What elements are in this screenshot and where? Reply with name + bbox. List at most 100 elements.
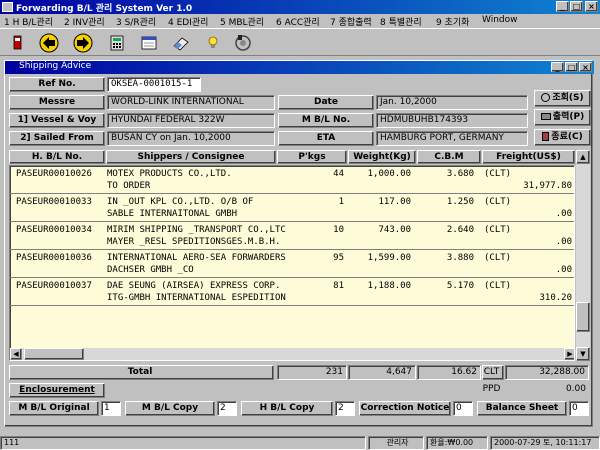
vessel-label: 1] Vessel & Voy bbox=[9, 113, 105, 128]
date-label: Date bbox=[278, 95, 374, 110]
cell-term: (CLT) bbox=[484, 225, 512, 235]
window-maximize-button[interactable]: □ bbox=[565, 62, 578, 72]
app-title: Forwarding B/L 관리 System Ver 1.0 bbox=[16, 4, 193, 14]
ppd-value: 0.00 bbox=[565, 384, 586, 394]
next-arrow-icon[interactable] bbox=[72, 32, 94, 54]
app-close-button[interactable]: × bbox=[585, 1, 598, 12]
cell-freight: 310.20 bbox=[539, 293, 572, 303]
col-shipper-header[interactable]: Shippers / Consignee bbox=[106, 150, 276, 164]
col-cbm-header[interactable]: C.B.M bbox=[417, 150, 481, 164]
hscroll-thumb[interactable] bbox=[24, 348, 84, 360]
table-row[interactable]: PASEUR00010034 MIRIM SHIPPING _TRANSPORT … bbox=[10, 222, 574, 250]
vessel-value: HYUNDAI FEDERAL 322W bbox=[107, 113, 275, 128]
table-row[interactable]: PASEUR00010037 DAE SEUNG (AIRSEA) EXPRESS… bbox=[10, 278, 574, 306]
exit-icon[interactable] bbox=[6, 32, 28, 54]
menu-window[interactable]: Window bbox=[482, 15, 518, 25]
bl-grid: PASEUR00010026 MOTEX PRODUCTS CO.,LTD. TO … bbox=[9, 165, 575, 361]
menu-edi[interactable]: 4 EDI관리 bbox=[168, 15, 208, 28]
horizontal-scrollbar[interactable]: ◀ ▶ bbox=[10, 348, 574, 360]
status-left: 111 bbox=[0, 436, 366, 450]
window-close-button[interactable]: × bbox=[579, 62, 592, 72]
menu-special[interactable]: 8 특별관리 bbox=[380, 15, 422, 28]
cell-consignee: SABLE INTERNAITONAL GMBH bbox=[107, 209, 238, 219]
ppd-label: PPD bbox=[482, 384, 501, 394]
messre-label: Messre bbox=[9, 95, 105, 110]
cell-shipper: IN _OUT KPL CO.,LTD. O/B OF bbox=[107, 197, 254, 207]
lookup-button-label: 조회(S) bbox=[552, 93, 584, 103]
status-datetime: 2000-07-29 토, 10:11:17 bbox=[490, 436, 600, 450]
phone-icon[interactable] bbox=[232, 32, 254, 54]
correction-notice-input[interactable]: 0 bbox=[453, 401, 473, 416]
window-minimize-button[interactable]: _ bbox=[551, 62, 564, 72]
cell-pkgs: 81 bbox=[333, 281, 344, 291]
cell-cbm: 5.170 bbox=[446, 281, 474, 291]
scroll-right-icon[interactable]: ▶ bbox=[564, 348, 574, 360]
cell-cbm: 3.880 bbox=[446, 253, 474, 263]
hbl-copy-input[interactable]: 2 bbox=[335, 401, 355, 416]
cell-hbl: PASEUR00010034 bbox=[16, 225, 92, 235]
scroll-down-icon[interactable]: ▼ bbox=[576, 347, 590, 361]
cell-freight: .00 bbox=[555, 237, 572, 247]
print-button-label: 출력(P) bbox=[552, 112, 585, 122]
cell-shipper: INTERNATIONAL AERO-SEA FORWARDERS bbox=[107, 253, 286, 263]
balance-sheet-input[interactable]: 0 bbox=[569, 401, 589, 416]
col-weight-header[interactable]: Weight(Kg) bbox=[348, 150, 416, 164]
menu-mbl[interactable]: 5 MBL관리 bbox=[220, 15, 264, 28]
cell-pkgs: 10 bbox=[333, 225, 344, 235]
cell-cbm: 2.640 bbox=[446, 225, 474, 235]
status-rate: 환율:₩0.00 bbox=[426, 436, 488, 450]
cell-pkgs: 44 bbox=[333, 169, 344, 179]
cell-weight: 1,599.00 bbox=[367, 253, 411, 263]
cell-weight: 1,188.00 bbox=[367, 281, 411, 291]
mbl-original-label: M B/L Original bbox=[9, 401, 99, 416]
scroll-left-icon[interactable]: ◀ bbox=[10, 348, 22, 360]
scroll-up-icon[interactable]: ▲ bbox=[576, 150, 590, 164]
cell-term: (CLT) bbox=[484, 281, 512, 291]
app-minimize-button[interactable]: _ bbox=[556, 1, 569, 12]
cell-hbl: PASEUR00010033 bbox=[16, 197, 92, 207]
print-button[interactable]: 출력(P) bbox=[534, 109, 591, 126]
cell-weight: 117.00 bbox=[378, 197, 411, 207]
cell-consignee: DACHSER GMBH _CO bbox=[107, 265, 194, 275]
ref-no-input[interactable]: OKSEA-0001015-1 bbox=[107, 77, 201, 92]
menu-acc[interactable]: 6 ACC관리 bbox=[276, 15, 320, 28]
col-hbl-header[interactable]: H. B/L No. bbox=[9, 150, 105, 164]
clt-value: 32,288.00 bbox=[505, 365, 589, 380]
toolbar bbox=[0, 28, 600, 56]
search-icon bbox=[541, 93, 551, 102]
col-freight-header[interactable]: Freight(US$) bbox=[482, 150, 575, 164]
mbl-original-input[interactable]: 1 bbox=[101, 401, 121, 416]
prev-arrow-icon[interactable] bbox=[38, 32, 60, 54]
window-titlebar: Shipping Advice _ □ × bbox=[5, 61, 594, 74]
vertical-scrollbar[interactable]: ▲ ▼ bbox=[576, 150, 590, 361]
menu-init[interactable]: 9 초기화 bbox=[436, 15, 469, 28]
menu-report[interactable]: 7 종합출력 bbox=[330, 15, 372, 28]
col-pkgs-header[interactable]: P'kgs bbox=[277, 150, 347, 164]
cell-pkgs: 1 bbox=[338, 197, 344, 207]
cell-consignee: TO ORDER bbox=[107, 181, 151, 191]
exit-button[interactable]: 종료(C) bbox=[534, 129, 591, 146]
app-maximize-button[interactable]: □ bbox=[570, 1, 583, 12]
menu-hbl[interactable]: 1 H B/L관리 bbox=[4, 15, 53, 28]
menubar: 1 H B/L관리 2 INV관리 3 S/R관리 4 EDI관리 5 MBL관… bbox=[0, 14, 600, 28]
table-row[interactable]: PASEUR00010026 MOTEX PRODUCTS CO.,LTD. TO … bbox=[10, 166, 574, 194]
menu-sr[interactable]: 3 S/R관리 bbox=[116, 15, 156, 28]
cell-cbm: 1.250 bbox=[446, 197, 474, 207]
cell-freight: 31,977.80 bbox=[523, 181, 572, 191]
mbl-copy-input[interactable]: 2 bbox=[217, 401, 237, 416]
app-icon bbox=[2, 2, 13, 12]
total-cbm: 16.62 bbox=[417, 365, 481, 380]
help-bulb-icon[interactable] bbox=[202, 32, 224, 54]
eraser-icon[interactable] bbox=[170, 32, 192, 54]
lookup-button[interactable]: 조회(S) bbox=[534, 90, 591, 107]
window-title: Shipping Advice bbox=[19, 61, 92, 71]
table-row[interactable]: PASEUR00010033 IN _OUT KPL CO.,LTD. O/B O… bbox=[10, 194, 574, 222]
cell-hbl: PASEUR00010036 bbox=[16, 253, 92, 263]
cell-term: (CLT) bbox=[484, 197, 512, 207]
cell-freight: .00 bbox=[555, 265, 572, 275]
calculator-icon[interactable] bbox=[106, 32, 128, 54]
calendar-icon[interactable] bbox=[138, 32, 160, 54]
scroll-thumb[interactable] bbox=[576, 302, 590, 332]
table-row[interactable]: PASEUR00010036 INTERNATIONAL AERO-SEA FOR… bbox=[10, 250, 574, 278]
menu-inv[interactable]: 2 INV관리 bbox=[64, 15, 105, 28]
